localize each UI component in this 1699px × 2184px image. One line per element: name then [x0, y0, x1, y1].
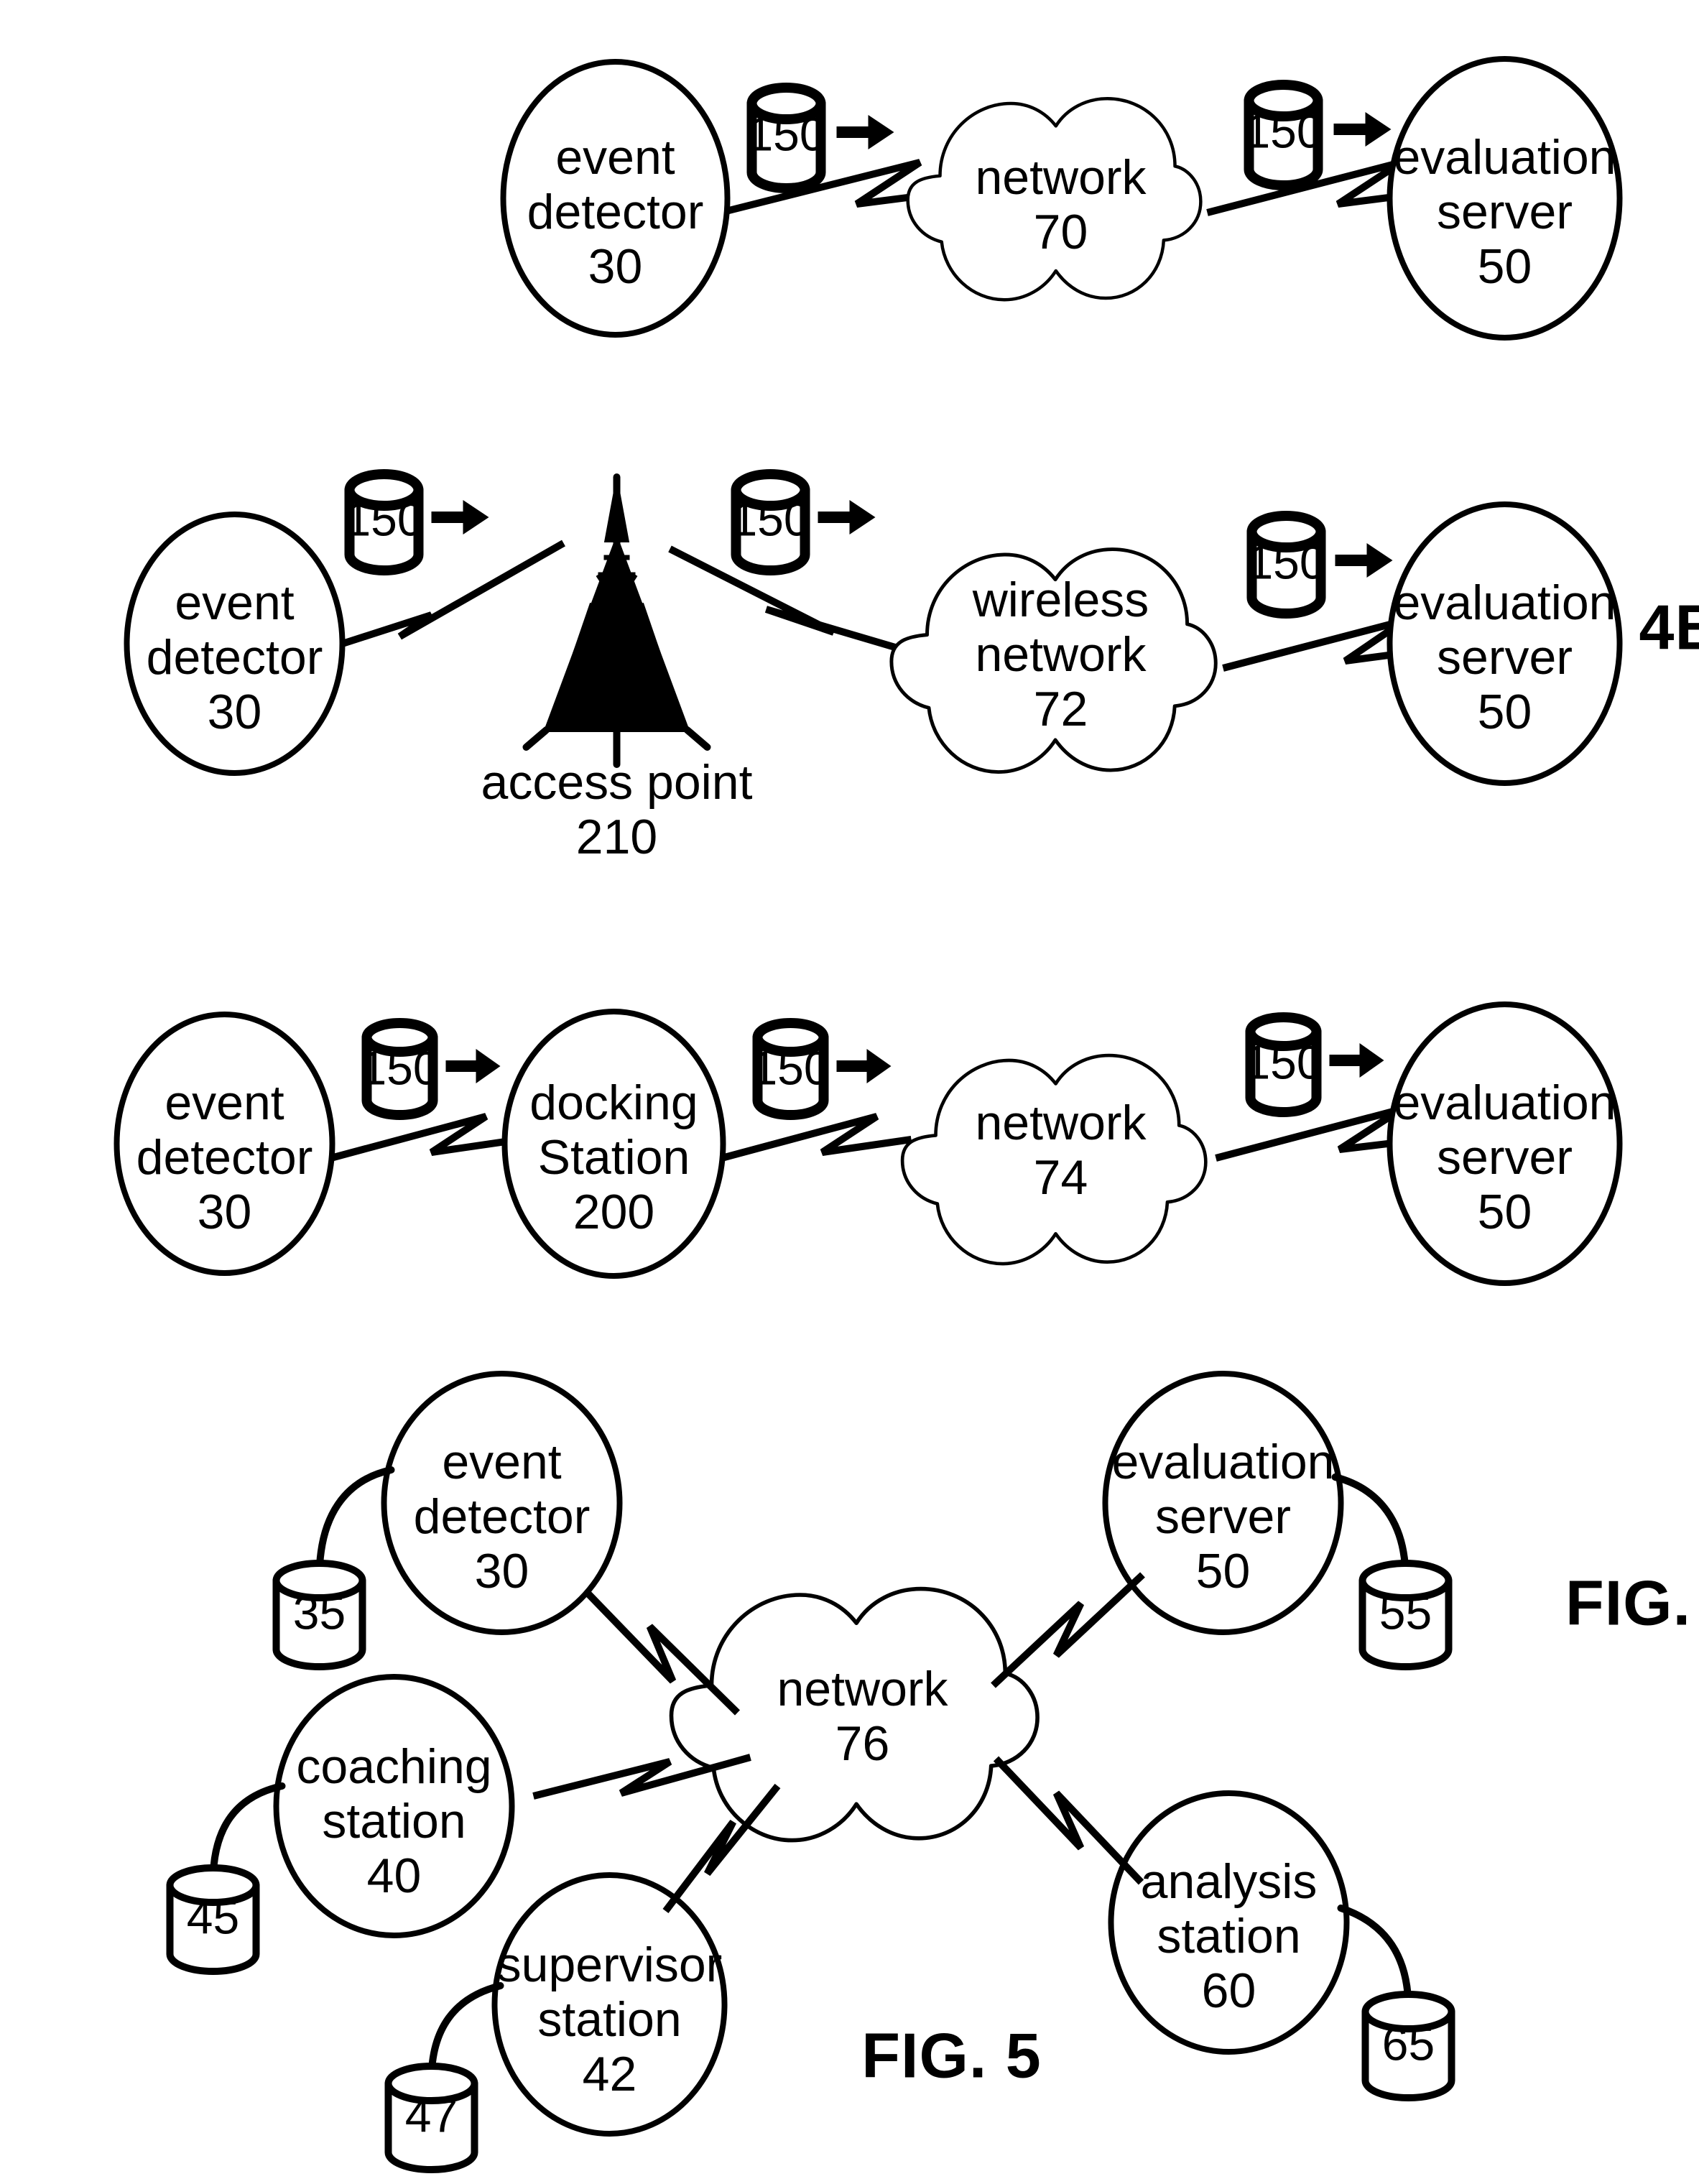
semantic-overlay [0, 0, 1699, 2184]
patent-drawing-sheet: event detector 30 150 network 70 150 eva… [0, 0, 1699, 2184]
